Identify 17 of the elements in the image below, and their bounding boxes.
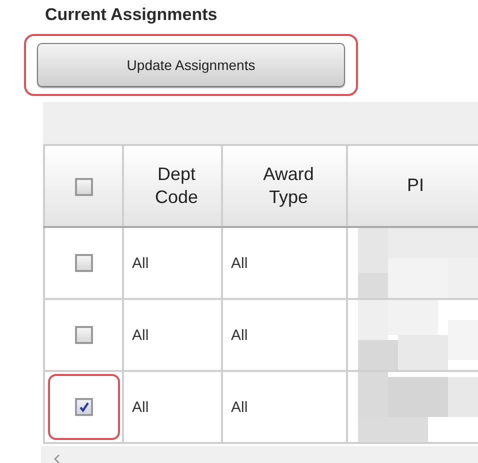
checkmark-icon (78, 401, 90, 413)
table-cell: All (132, 326, 149, 344)
scroll-left-icon[interactable] (53, 454, 61, 463)
row-checkbox[interactable] (74, 326, 92, 344)
column-header: Dept Code (123, 145, 222, 227)
row-checkbox[interactable] (74, 254, 92, 272)
table-cell: All (132, 254, 149, 272)
select-all-checkbox[interactable] (74, 178, 92, 196)
update-assignments-button[interactable]: Update Assignments (37, 43, 345, 87)
table-cell: All (132, 398, 149, 416)
table-cell: All (231, 326, 248, 344)
table-cell: All (231, 398, 248, 416)
column-header: Award Type (222, 145, 347, 227)
table-cell: All (231, 254, 248, 272)
row-checkbox[interactable] (74, 398, 92, 416)
column-header: PI (347, 145, 478, 227)
section-title: Current Assignments (44, 4, 218, 26)
